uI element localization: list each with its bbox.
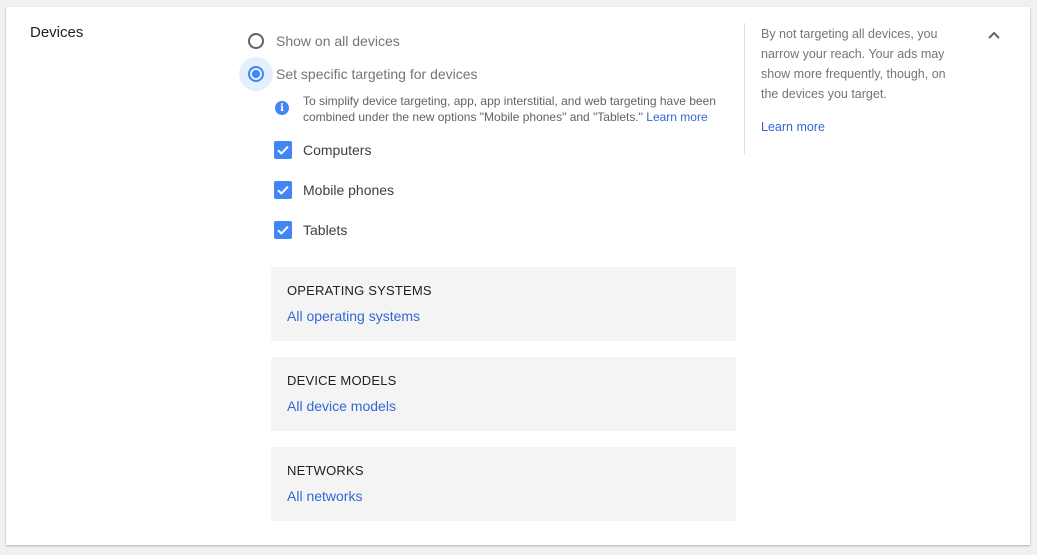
checkbox-tablets[interactable]: Tablets <box>274 219 347 241</box>
panel-value-link[interactable]: All operating systems <box>287 308 420 324</box>
checkbox-computers[interactable]: Computers <box>274 139 371 161</box>
section-title: Devices <box>30 24 84 41</box>
radio-unchecked-icon <box>248 33 264 49</box>
check-icon[interactable] <box>274 141 292 159</box>
panel-operating-systems[interactable]: OPERATING SYSTEMS All operating systems <box>271 267 736 341</box>
help-learn-more-link[interactable]: Learn more <box>761 120 825 134</box>
help-text: By not targeting all devices, you narrow… <box>761 27 946 101</box>
check-icon[interactable] <box>274 221 292 239</box>
check-icon[interactable] <box>274 181 292 199</box>
radio-specific-targeting[interactable]: Set specific targeting for devices <box>239 57 478 91</box>
checkbox-label: Tablets <box>303 222 348 238</box>
panel-networks[interactable]: NETWORKS All networks <box>271 447 736 521</box>
radio-button[interactable] <box>239 57 273 91</box>
radio-button[interactable] <box>239 24 273 58</box>
checkbox-label: Mobile phones <box>303 182 395 198</box>
panel-title: OPERATING SYSTEMS <box>287 283 432 298</box>
collapse-button[interactable] <box>980 21 1008 49</box>
chevron-up-icon <box>988 31 1000 39</box>
panel-title: NETWORKS <box>287 463 364 478</box>
devices-card: Devices Show on all devices Set specific… <box>6 7 1030 545</box>
panel-value-link[interactable]: All networks <box>287 488 362 504</box>
info-icon: i <box>275 101 289 115</box>
vertical-divider <box>744 23 745 155</box>
checkbox-mobile-phones[interactable]: Mobile phones <box>274 179 394 201</box>
panel-title: DEVICE MODELS <box>287 373 397 388</box>
radio-label: Show on all devices <box>276 33 400 49</box>
radio-checked-icon <box>248 66 264 82</box>
info-notice: i To simplify device targeting, app, app… <box>275 93 733 125</box>
info-learn-more-link[interactable]: Learn more <box>646 110 707 124</box>
panel-device-models[interactable]: DEVICE MODELS All device models <box>271 357 736 431</box>
radio-show-all-devices[interactable]: Show on all devices <box>239 24 400 58</box>
radio-label: Set specific targeting for devices <box>276 66 478 82</box>
panel-value-link[interactable]: All device models <box>287 398 396 414</box>
checkbox-label: Computers <box>303 142 372 158</box>
info-text: To simplify device targeting, app, app i… <box>303 93 733 125</box>
